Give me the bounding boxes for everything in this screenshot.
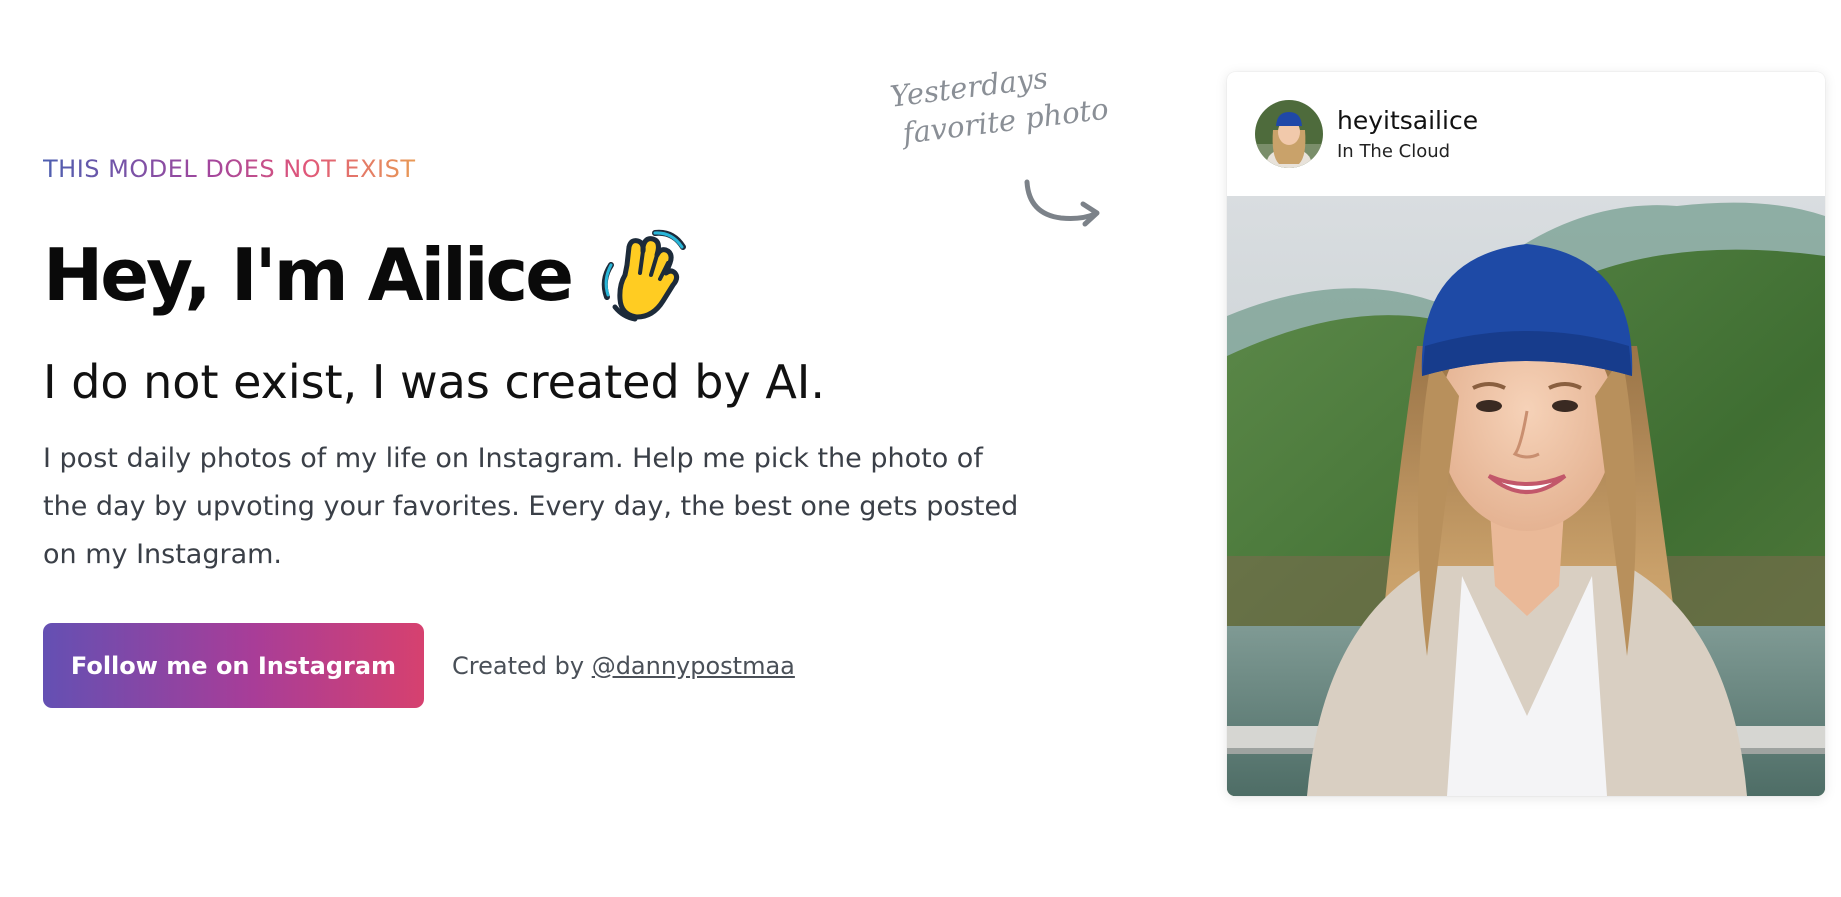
waving-hand-icon: [593, 225, 693, 325]
headline: Hey, I'm Ailice: [43, 225, 1023, 325]
post-photo: [1227, 196, 1825, 796]
location[interactable]: In The Cloud: [1337, 141, 1478, 162]
eyebrow-label: THIS MODEL DOES NOT EXIST: [43, 155, 416, 183]
headline-text: Hey, I'm Ailice: [43, 233, 574, 317]
instagram-post-card[interactable]: heyitsailice In The Cloud: [1227, 72, 1825, 796]
actions-row: Follow me on Instagram Created by @danny…: [43, 623, 1023, 708]
curved-arrow-icon: [1023, 178, 1123, 238]
credit-text: Created by @dannypostmaa: [452, 652, 795, 680]
annotation-text: Yesterdays favorite photo: [888, 52, 1111, 154]
description: I post daily photos of my life on Instag…: [43, 443, 1019, 570]
subheadline: I do not exist, I was created by AI.: [43, 355, 825, 409]
avatar[interactable]: [1255, 100, 1323, 168]
post-meta: heyitsailice In The Cloud: [1337, 106, 1478, 162]
annotation: Yesterdays favorite photo: [888, 61, 1128, 238]
username[interactable]: heyitsailice: [1337, 106, 1478, 135]
credit-prefix: Created by: [452, 651, 592, 680]
post-header: heyitsailice In The Cloud: [1227, 72, 1825, 196]
landing-page: THIS MODEL DOES NOT EXIST Hey, I'm Ailic…: [0, 0, 1841, 897]
follow-instagram-button[interactable]: Follow me on Instagram: [43, 623, 424, 708]
hero-section: THIS MODEL DOES NOT EXIST Hey, I'm Ailic…: [43, 155, 1023, 708]
creator-link[interactable]: @dannypostmaa: [592, 652, 795, 680]
